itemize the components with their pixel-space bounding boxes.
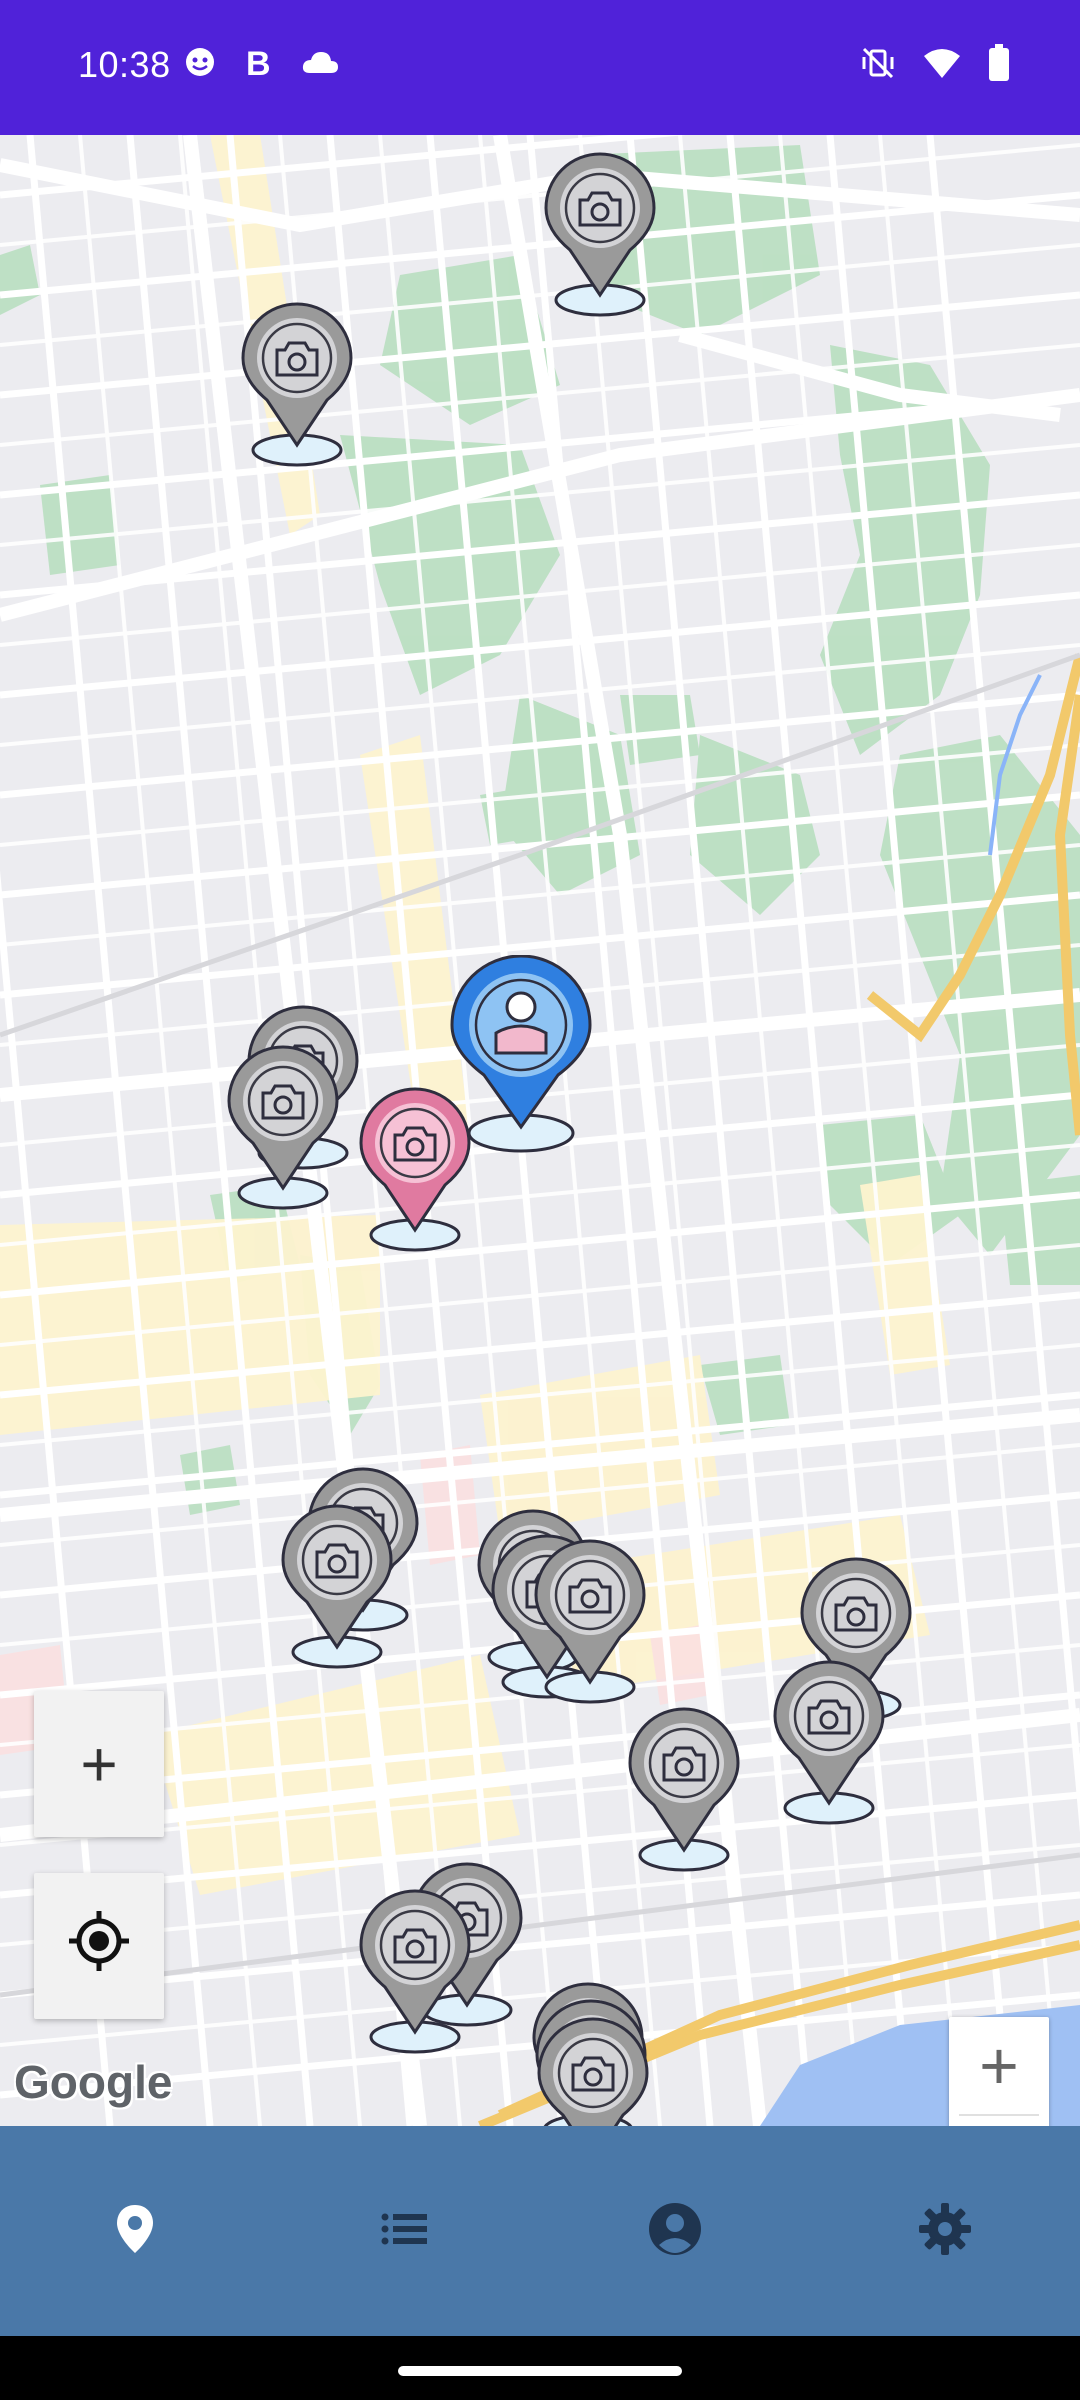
map-view[interactable]: + + − Google (0, 135, 1080, 2126)
sync-face-icon (182, 44, 218, 85)
home-gesture-bar[interactable] (398, 2366, 682, 2376)
nav-profile[interactable] (540, 2126, 810, 2336)
cloud-icon (300, 47, 340, 82)
photo-marker[interactable] (624, 1705, 744, 1875)
photo-marker[interactable] (769, 1658, 889, 1828)
photo-marker[interactable] (533, 2015, 653, 2126)
list-icon (377, 2201, 433, 2262)
account-icon (647, 2201, 703, 2262)
zoom-in-button[interactable]: + (949, 2017, 1049, 2114)
photo-marker[interactable] (237, 300, 357, 470)
zoom-controls: + − (949, 2017, 1049, 2126)
photo-marker[interactable] (540, 150, 660, 320)
zoom-out-button[interactable]: − (949, 2116, 1049, 2126)
svg-text:B: B (246, 45, 271, 80)
zoom-in-fab-label: + (80, 1728, 118, 1800)
nav-list[interactable] (270, 2126, 540, 2336)
settings-icon (917, 2201, 973, 2262)
bottom-navigation (0, 2126, 1080, 2336)
my-location-button[interactable] (34, 1873, 164, 2019)
nav-settings[interactable] (810, 2126, 1080, 2336)
user-location-marker[interactable] (446, 955, 596, 1155)
crosshair-icon (67, 1909, 131, 1983)
google-attribution: Google (14, 2056, 173, 2108)
photo-marker[interactable] (355, 1887, 475, 2057)
zoom-in-fab[interactable]: + (34, 1691, 164, 1837)
status-bar: 10:38 B (0, 0, 1080, 135)
vibrate-off-icon (860, 45, 896, 86)
photo-marker[interactable] (277, 1502, 397, 1672)
status-icons-left: B (182, 44, 340, 85)
map-pin-icon (107, 2201, 163, 2262)
status-time: 10:38 (78, 44, 171, 85)
battery-icon (988, 44, 1010, 87)
status-icons-right (860, 44, 1010, 87)
nav-map[interactable] (0, 2126, 270, 2336)
photo-marker[interactable] (223, 1043, 343, 1213)
b-app-icon: B (244, 44, 274, 85)
wifi-icon (922, 46, 962, 85)
photo-marker[interactable] (530, 1537, 650, 1707)
